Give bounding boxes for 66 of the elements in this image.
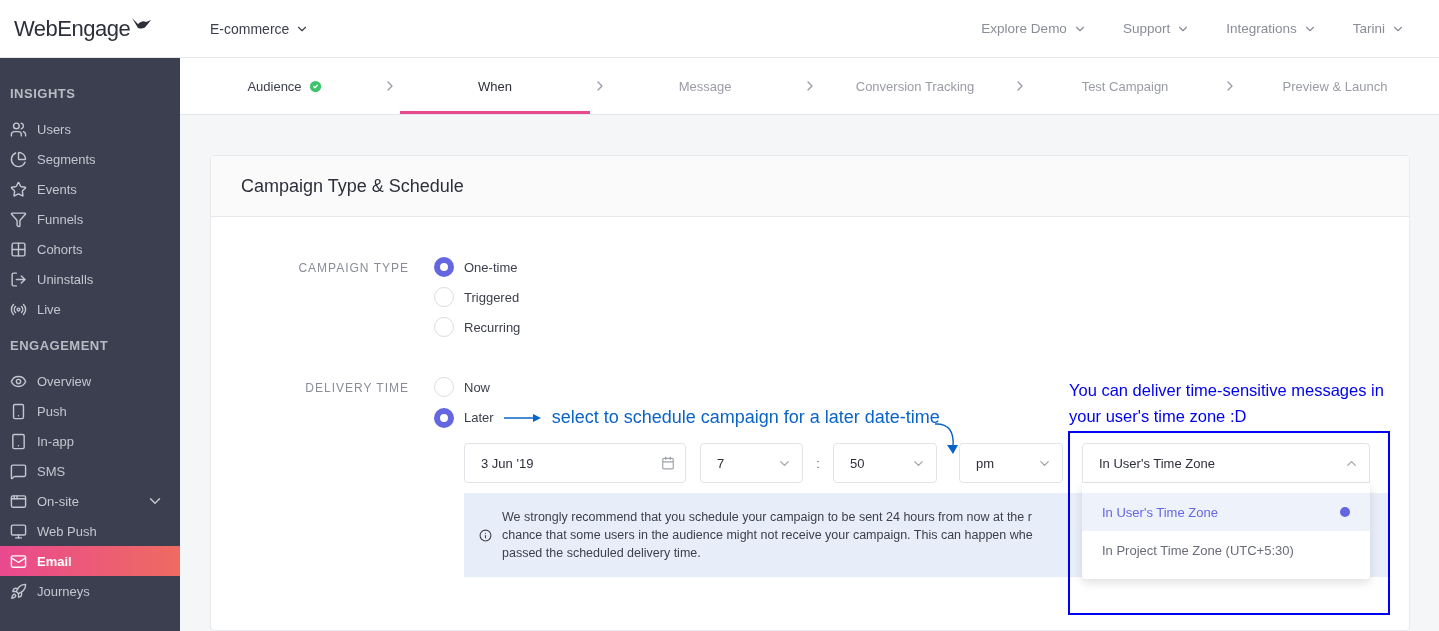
- logo-text: WebEngage: [14, 15, 131, 42]
- check-icon: [307, 78, 323, 94]
- date-field[interactable]: 3 Jun '19: [464, 443, 686, 483]
- nav-menu[interactable]: Tarini: [1352, 21, 1405, 36]
- selected-dot-icon: [1340, 507, 1350, 517]
- time-separator: :: [815, 455, 821, 471]
- section-title: ENGAGEMENT: [9, 338, 110, 355]
- step-tab[interactable]: Audience: [190, 58, 380, 114]
- sidebar-item[interactable]: Live: [0, 294, 180, 324]
- sidebar-item[interactable]: Journeys: [0, 576, 180, 606]
- sidebar-item[interactable]: Funnels: [0, 204, 180, 234]
- sidebar-item[interactable]: Email: [0, 546, 180, 576]
- card-title: Campaign Type & Schedule: [211, 156, 1409, 217]
- nav-menu[interactable]: Support: [1122, 21, 1191, 36]
- minute-select[interactable]: 50: [833, 443, 937, 483]
- info-text: passed the scheduled delivery time.: [502, 545, 702, 562]
- sidebar-item[interactable]: Cohorts: [0, 234, 180, 264]
- sidebar-item[interactable]: Events: [0, 174, 180, 204]
- field-label: CAMPAIGN TYPE: [297, 260, 409, 277]
- sidebar-item[interactable]: SMS: [0, 456, 180, 486]
- annotation-note: select to schedule campaign for a later date-time: [551, 407, 940, 428]
- radio-button[interactable]: [434, 407, 454, 428]
- pie-chart-icon: [10, 150, 27, 168]
- star-icon: [10, 180, 27, 198]
- phone-icon: [10, 402, 27, 420]
- radio-option[interactable]: Now: [434, 377, 490, 397]
- users-icon: [10, 120, 27, 138]
- nav-menu[interactable]: Explore Demo: [981, 21, 1087, 36]
- radio-option[interactable]: Recurring: [434, 317, 521, 337]
- timezone-select[interactable]: In User's Time Zone: [1082, 443, 1370, 483]
- section-title: INSIGHTS: [9, 86, 77, 103]
- radio-button[interactable]: [434, 257, 454, 277]
- annotation-note: You can deliver time-sensitive messages in your user's time zone :D: [1069, 380, 1385, 427]
- sidebar-item[interactable]: On-site: [0, 486, 180, 516]
- sidebar-item[interactable]: Uninstalls: [0, 264, 180, 294]
- info-text: chance that some users in the audience might not receive your campaign. This can happen whe: [502, 527, 1033, 544]
- info-text: We strongly recommend that you schedule your campaign to be sent 24 hours from now at the r: [502, 509, 1033, 526]
- sidebar-item[interactable]: Push: [0, 396, 180, 426]
- nav-menu[interactable]: Integrations: [1226, 21, 1317, 36]
- grid-icon: [10, 240, 27, 258]
- meridiem-select[interactable]: pm: [959, 443, 1063, 483]
- project-dropdown[interactable]: E-commerce: [210, 20, 310, 37]
- hour-select[interactable]: 7: [700, 443, 803, 483]
- sidebar-item[interactable]: Web Push: [0, 516, 180, 546]
- window-icon: [10, 492, 27, 510]
- sidebar-item[interactable]: In-app: [0, 426, 180, 456]
- field-label: DELIVERY TIME: [304, 380, 409, 397]
- chat-icon: [10, 462, 27, 480]
- arrow-icon: [503, 412, 542, 423]
- menu-option[interactable]: In Project Time Zone (UTC+5:30): [1082, 531, 1370, 569]
- calendar-icon: [661, 456, 675, 470]
- rocket-icon: [10, 582, 27, 600]
- info-icon: [479, 528, 492, 542]
- radio-option[interactable]: One-time: [434, 257, 521, 277]
- sidebar-item[interactable]: Users: [0, 114, 180, 144]
- menu-option[interactable]: In User's Time Zone: [1082, 493, 1370, 531]
- envelope-icon: [10, 552, 27, 570]
- sidebar-item[interactable]: Overview: [0, 366, 180, 396]
- exit-icon: [10, 270, 27, 288]
- funnel-icon: [10, 210, 27, 228]
- browser-icon: [10, 522, 27, 540]
- step-tab[interactable]: When: [400, 58, 590, 114]
- radio-option[interactable]: Later: [434, 407, 494, 428]
- sidebar-item[interactable]: Segments: [0, 144, 180, 174]
- radio-option[interactable]: Triggered: [434, 287, 521, 307]
- tablet-icon: [10, 432, 27, 450]
